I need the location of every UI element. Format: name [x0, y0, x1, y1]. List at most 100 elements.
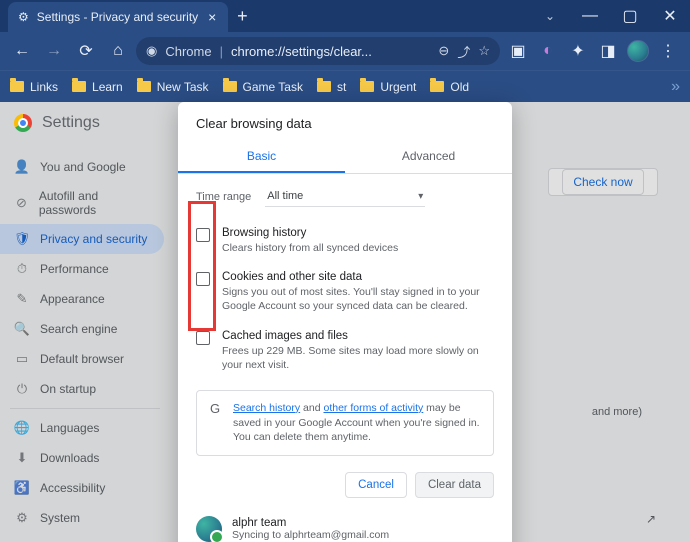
- extension-icon-1[interactable]: ▣: [504, 37, 532, 65]
- checkbox-cached[interactable]: [196, 331, 210, 345]
- sync-account-row: alphr team Syncing to alphrteam@gmail.co…: [178, 510, 512, 542]
- dialog-actions: Cancel Clear data: [178, 466, 512, 510]
- folder-icon: [223, 81, 237, 92]
- new-tab-button[interactable]: +: [228, 0, 256, 32]
- chrome-logo-icon: [14, 114, 32, 132]
- option-cached[interactable]: Cached images and files Frees up 229 MB.…: [196, 322, 494, 380]
- tab-advanced[interactable]: Advanced: [345, 141, 512, 173]
- sidebar-item-on-startup[interactable]: ⏻On startup: [0, 374, 164, 404]
- folder-icon: [317, 81, 331, 92]
- chrome-icon: ◉: [146, 43, 157, 59]
- sidebar-item-appearance[interactable]: ✎Appearance: [0, 284, 164, 314]
- back-button[interactable]: ←: [8, 37, 36, 65]
- tab-overflow-icon[interactable]: ⌄: [530, 2, 570, 30]
- folder-icon: [360, 81, 374, 92]
- kebab-menu-icon[interactable]: ⋮: [654, 37, 682, 65]
- window-titlebar: ⚙ Settings - Privacy and security × + ⌄ …: [0, 0, 690, 32]
- sidebar-item-system[interactable]: ⚙System: [0, 503, 164, 533]
- clear-browsing-data-dialog: Clear browsing data Basic Advanced Time …: [178, 102, 512, 542]
- clear-options: Browsing history Clears history from all…: [178, 219, 512, 380]
- other-activity-link[interactable]: other forms of activity: [323, 402, 423, 414]
- sidebar-item-autofill[interactable]: ⊘Autofill and passwords: [0, 182, 164, 224]
- minimize-button[interactable]: —: [570, 2, 610, 30]
- omnibox-host: Chrome: [165, 44, 211, 59]
- settings-sidebar: 👤You and Google ⊘Autofill and passwords …: [0, 102, 170, 542]
- sidebar-item-you-and-google[interactable]: 👤You and Google: [0, 152, 164, 182]
- extensions-puzzle-icon[interactable]: ✦: [564, 37, 592, 65]
- bookmark-star-icon[interactable]: ☆: [478, 43, 490, 59]
- sidebar-separator: [10, 408, 160, 409]
- search-icon: 🔍: [14, 321, 30, 337]
- time-range-value: All time: [267, 190, 303, 202]
- option-title: Cookies and other site data: [222, 271, 494, 283]
- sidebar-item-search-engine[interactable]: 🔍Search engine: [0, 314, 164, 344]
- browser-icon: ▭: [14, 351, 30, 367]
- profile-avatar[interactable]: [624, 37, 652, 65]
- tab-basic[interactable]: Basic: [178, 141, 345, 173]
- sidebar-item-downloads[interactable]: ⬇Downloads: [0, 443, 164, 473]
- bookmark-st[interactable]: st: [317, 80, 346, 94]
- close-window-button[interactable]: ✕: [650, 2, 690, 30]
- sidepanel-icon[interactable]: ◨: [594, 37, 622, 65]
- time-range-select[interactable]: All time ▾: [265, 186, 425, 207]
- clear-data-button[interactable]: Clear data: [415, 472, 494, 498]
- option-cookies[interactable]: Cookies and other site data Signs you ou…: [196, 263, 494, 321]
- bookmarks-overflow-icon[interactable]: »: [671, 78, 680, 96]
- search-history-link[interactable]: Search history: [233, 402, 300, 414]
- autofill-icon: ⊘: [14, 195, 29, 211]
- bookmark-game-task[interactable]: Game Task: [223, 80, 303, 94]
- sync-name: alphr team: [232, 517, 389, 529]
- dialog-title: Clear browsing data: [178, 116, 512, 141]
- option-desc: Clears history from all synced devices: [222, 241, 398, 255]
- checkbox-cookies[interactable]: [196, 272, 210, 286]
- bookmarks-bar: Links Learn New Task Game Task st Urgent…: [0, 70, 690, 102]
- time-range-label: Time range: [196, 191, 251, 203]
- forward-button[interactable]: →: [40, 37, 68, 65]
- bookmark-links[interactable]: Links: [10, 80, 58, 94]
- truncated-text: and more): [592, 406, 642, 418]
- gear-icon: ⚙: [18, 10, 29, 24]
- bookmark-urgent[interactable]: Urgent: [360, 80, 416, 94]
- window-controls: ⌄ — ▢ ✕: [530, 0, 690, 32]
- address-bar[interactable]: ◉ Chrome | chrome://settings/clear... ⊖ …: [136, 37, 500, 65]
- check-now-button[interactable]: Check now: [562, 169, 643, 195]
- browser-toolbar: ← → ⟳ ⌂ ◉ Chrome | chrome://settings/cle…: [0, 32, 690, 70]
- reload-button[interactable]: ⟳: [72, 37, 100, 65]
- sidebar-item-performance[interactable]: ⏱Performance: [0, 254, 164, 284]
- system-icon: ⚙: [14, 510, 30, 526]
- zoom-icon[interactable]: ⊖: [438, 43, 449, 59]
- sidebar-item-accessibility[interactable]: ♿Accessibility: [0, 473, 164, 503]
- browser-tab[interactable]: ⚙ Settings - Privacy and security ×: [8, 2, 228, 32]
- sidebar-item-reset[interactable]: ↻Reset settings: [0, 533, 164, 542]
- accessibility-icon: ♿: [14, 480, 30, 496]
- paint-icon: ✎: [14, 291, 30, 307]
- settings-title: Settings: [42, 114, 100, 132]
- option-title: Browsing history: [222, 227, 398, 239]
- speedometer-icon: ⏱: [14, 261, 30, 277]
- cancel-button[interactable]: Cancel: [345, 472, 407, 498]
- option-desc: Signs you out of most sites. You'll stay…: [222, 285, 494, 313]
- omnibox-url: chrome://settings/clear...: [231, 44, 372, 59]
- person-icon: 👤: [14, 159, 30, 175]
- option-browsing-history[interactable]: Browsing history Clears history from all…: [196, 219, 494, 263]
- external-link-icon[interactable]: ↗: [646, 512, 656, 526]
- bookmark-old[interactable]: Old: [430, 80, 469, 94]
- home-button[interactable]: ⌂: [104, 37, 132, 65]
- sidebar-item-privacy-security[interactable]: 🛡Privacy and security: [0, 224, 164, 254]
- checkbox-browsing-history[interactable]: [196, 228, 210, 242]
- bookmark-new-task[interactable]: New Task: [137, 80, 209, 94]
- folder-icon: [430, 81, 444, 92]
- extension-icon-2[interactable]: ◐: [534, 37, 562, 65]
- share-icon[interactable]: ⤴: [457, 42, 470, 61]
- close-tab-icon[interactable]: ×: [206, 9, 218, 25]
- folder-icon: [10, 81, 24, 92]
- time-range-row: Time range All time ▾: [178, 174, 512, 219]
- maximize-button[interactable]: ▢: [610, 2, 650, 30]
- option-title: Cached images and files: [222, 330, 494, 342]
- tab-title: Settings - Privacy and security: [37, 10, 198, 24]
- bookmark-learn[interactable]: Learn: [72, 80, 123, 94]
- settings-header: Settings: [14, 114, 100, 132]
- sidebar-item-default-browser[interactable]: ▭Default browser: [0, 344, 164, 374]
- sidebar-item-languages[interactable]: 🌐Languages: [0, 413, 164, 443]
- option-desc: Frees up 229 MB. Some sites may load mor…: [222, 344, 494, 372]
